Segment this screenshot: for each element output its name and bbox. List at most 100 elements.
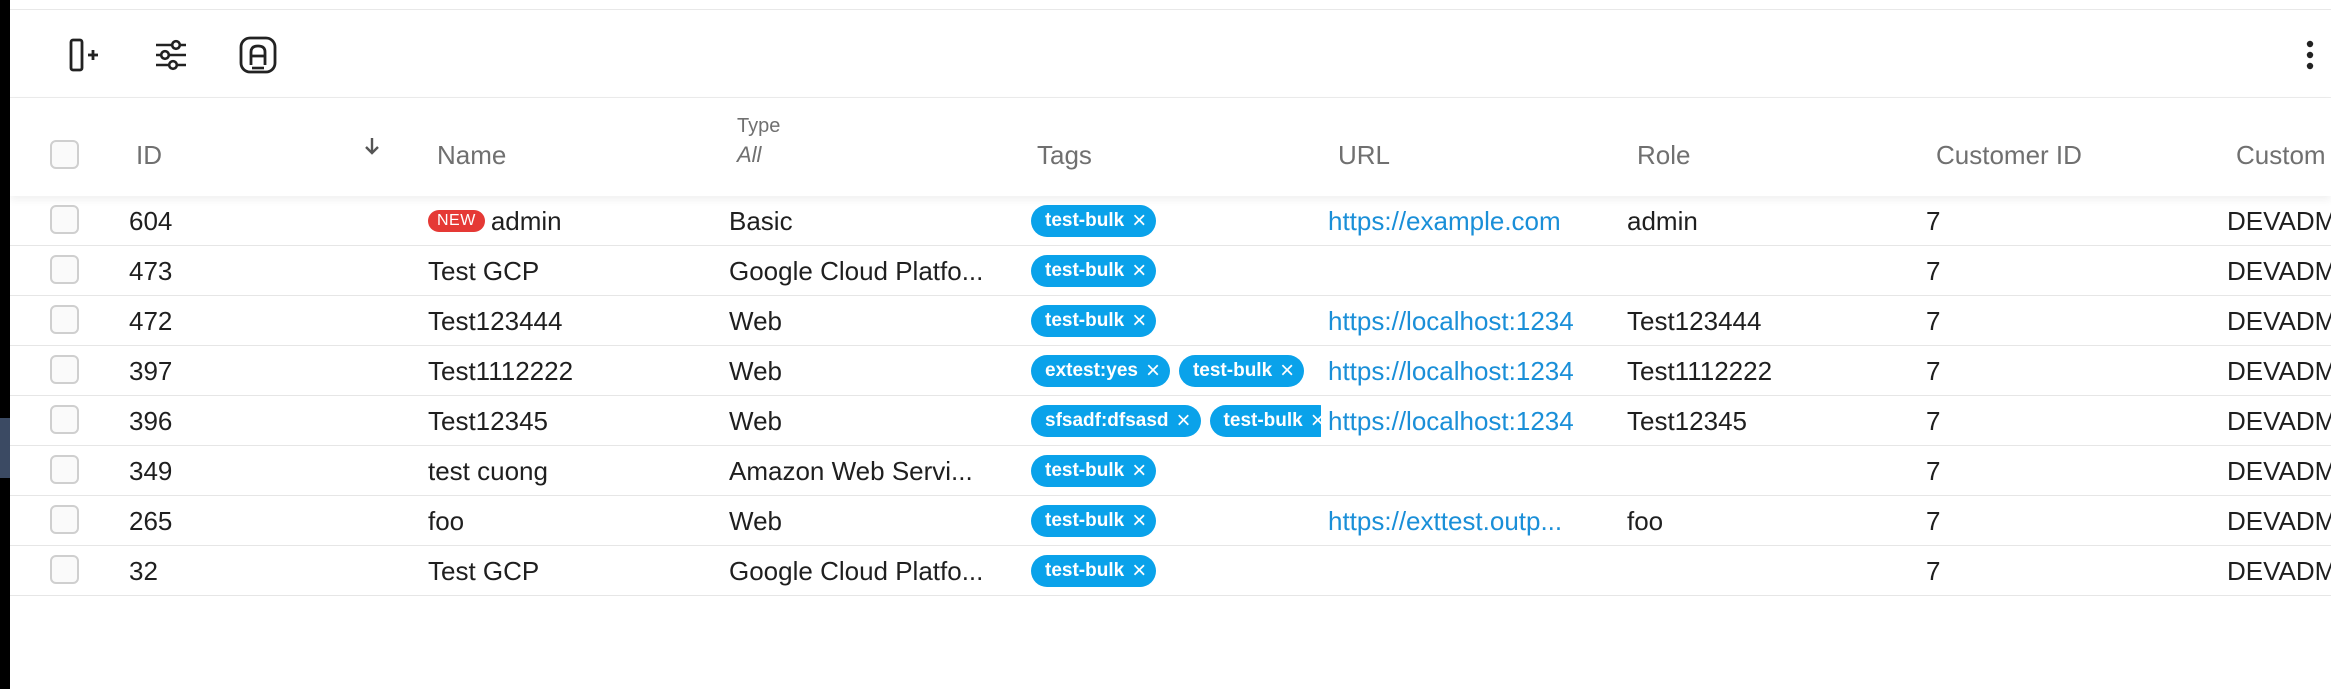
remove-tag-icon[interactable]: × <box>1311 405 1321 437</box>
column-header-role[interactable]: Role <box>1637 98 1690 196</box>
cell-customer-name: DEVADM <box>2227 456 2331 486</box>
row-select-checkbox[interactable] <box>50 505 79 534</box>
cell-customer-id: 7 <box>1926 206 1941 236</box>
cell-type: Web <box>729 406 782 436</box>
column-header-tags[interactable]: Tags <box>1037 98 1092 196</box>
cell-role: foo <box>1627 506 1664 536</box>
cell-role: Test12345 <box>1627 406 1747 436</box>
sort-descending-icon[interactable] <box>360 134 384 158</box>
cell-id: 397 <box>129 356 173 386</box>
cell-id: 265 <box>129 506 173 536</box>
remove-tag-icon[interactable]: × <box>1146 355 1160 387</box>
row-select-checkbox[interactable] <box>50 405 79 434</box>
remove-tag-icon[interactable]: × <box>1177 405 1191 437</box>
auto-badge-icon <box>239 36 277 74</box>
column-header-id[interactable]: ID <box>136 98 162 196</box>
remove-tag-icon[interactable]: × <box>1132 505 1146 537</box>
cell-role <box>1627 546 1917 596</box>
table-row[interactable]: 472 Test123444 Web test-bulk × https://localh… <box>10 296 2331 346</box>
table-row[interactable]: 32 Test GCP Google Cloud Platfo... test-bul… <box>10 546 2331 596</box>
auto-mode-button[interactable] <box>235 32 281 78</box>
cell-role <box>1627 246 1917 296</box>
row-select-checkbox[interactable] <box>50 255 79 284</box>
column-header-url[interactable]: URL <box>1338 98 1390 196</box>
cell-type: Web <box>729 306 782 336</box>
row-select-checkbox[interactable] <box>50 305 79 334</box>
column-settings-button[interactable] <box>148 32 194 78</box>
remove-tag-icon[interactable]: × <box>1280 355 1294 387</box>
cell-tags: extest:yes × test-bulk × <box>1031 346 1321 396</box>
left-edge-strip <box>0 0 10 689</box>
cell-tags: test-bulk × <box>1031 446 1321 496</box>
cell-type: Web <box>729 356 782 386</box>
tag-chip: test-bulk × <box>1031 205 1157 237</box>
table-row[interactable]: 397 Test1112222 Web extest:yes × test-bulk × ht… <box>10 346 2331 396</box>
column-header-customer-id[interactable]: Customer ID <box>1936 98 2082 196</box>
cell-type: Google Cloud Platfo... <box>729 256 984 286</box>
cell-role: admin <box>1627 206 1698 236</box>
data-table-app: ID Name Type All Tags URL Role Customer … <box>10 0 2331 689</box>
tag-chip: extest:yes × <box>1031 355 1170 387</box>
cell-url-link[interactable] <box>1328 446 1618 496</box>
cell-tags: test-bulk × <box>1031 246 1321 296</box>
remove-tag-icon[interactable]: × <box>1132 455 1146 487</box>
row-select-checkbox[interactable] <box>50 355 79 384</box>
type-filter-value[interactable]: All <box>737 142 761 168</box>
cell-url-link[interactable] <box>1328 246 1618 296</box>
table-toolbar <box>10 10 2331 98</box>
sliders-icon <box>156 39 186 71</box>
row-select-checkbox[interactable] <box>50 555 79 584</box>
table-row[interactable]: 604 NEW admin Basic test-bulk × https://exampl… <box>10 196 2331 246</box>
column-header-type[interactable]: Type All <box>737 98 780 196</box>
cell-customer-id: 7 <box>1926 356 1941 386</box>
cell-customer-id: 7 <box>1926 406 1941 436</box>
table-row[interactable]: 265 foo Web test-bulk × https://exttest.outp.… <box>10 496 2331 546</box>
cell-id: 32 <box>129 556 158 586</box>
table-row[interactable]: 473 Test GCP Google Cloud Platfo... test-bu… <box>10 246 2331 296</box>
cell-customer-name: DEVADM <box>2227 206 2331 236</box>
cell-tags: test-bulk × <box>1031 196 1321 246</box>
table-row[interactable]: 349 test cuong Amazon Web Servi... test-bul… <box>10 446 2331 496</box>
tag-chip: test-bulk × <box>1031 455 1157 487</box>
table-row[interactable]: 396 Test12345 Web sfsadf:dfsasd × test-bulk × h… <box>10 396 2331 446</box>
add-column-icon <box>69 38 98 72</box>
cell-role <box>1627 446 1917 496</box>
tag-chip: test-bulk × <box>1209 405 1321 437</box>
cell-tags: sfsadf:dfsasd × test-bulk × <box>1031 396 1321 446</box>
tag-chip: test-bulk × <box>1031 255 1157 287</box>
cell-type: Basic <box>729 206 793 236</box>
cell-role: Test123444 <box>1627 306 1762 336</box>
cell-tags: test-bulk × <box>1031 296 1321 346</box>
more-options-button[interactable] <box>2295 32 2325 78</box>
cell-url-link[interactable]: https://localhost:1234 <box>1328 296 1618 346</box>
cell-customer-id: 7 <box>1926 456 1941 486</box>
row-select-checkbox[interactable] <box>50 205 79 234</box>
cell-customer-name: DEVADM <box>2227 406 2331 436</box>
cell-url-link[interactable]: https://localhost:1234 <box>1328 346 1618 396</box>
column-header-customer-name[interactable]: Custom <box>2236 98 2326 196</box>
row-select-checkbox[interactable] <box>50 455 79 484</box>
cell-name: Test GCP <box>428 256 540 286</box>
remove-tag-icon[interactable]: × <box>1132 255 1146 287</box>
cell-url-link[interactable]: https://exttest.outp... <box>1328 496 1618 546</box>
cell-url-link[interactable]: https://localhost:1234 <box>1328 396 1618 446</box>
remove-tag-icon[interactable]: × <box>1132 305 1146 337</box>
cell-customer-name: DEVADM <box>2227 506 2331 536</box>
select-all-checkbox[interactable] <box>50 140 79 169</box>
cell-id: 349 <box>129 456 173 486</box>
left-edge-notch <box>0 418 10 478</box>
column-header-name[interactable]: Name <box>437 98 506 196</box>
cell-customer-name: DEVADM <box>2227 556 2331 586</box>
remove-tag-icon[interactable]: × <box>1132 555 1146 587</box>
tag-chip: test-bulk × <box>1031 305 1157 337</box>
cell-customer-id: 7 <box>1926 306 1941 336</box>
cell-url-link[interactable]: https://example.com <box>1328 196 1618 246</box>
remove-tag-icon[interactable]: × <box>1132 205 1146 237</box>
cell-role: Test1112222 <box>1627 356 1773 386</box>
new-badge: NEW <box>428 210 485 232</box>
cell-type: Google Cloud Platfo... <box>729 556 984 586</box>
cell-customer-id: 7 <box>1926 556 1941 586</box>
cell-name: test cuong <box>428 456 548 486</box>
cell-url-link[interactable] <box>1328 546 1618 596</box>
add-column-button[interactable] <box>60 32 106 78</box>
